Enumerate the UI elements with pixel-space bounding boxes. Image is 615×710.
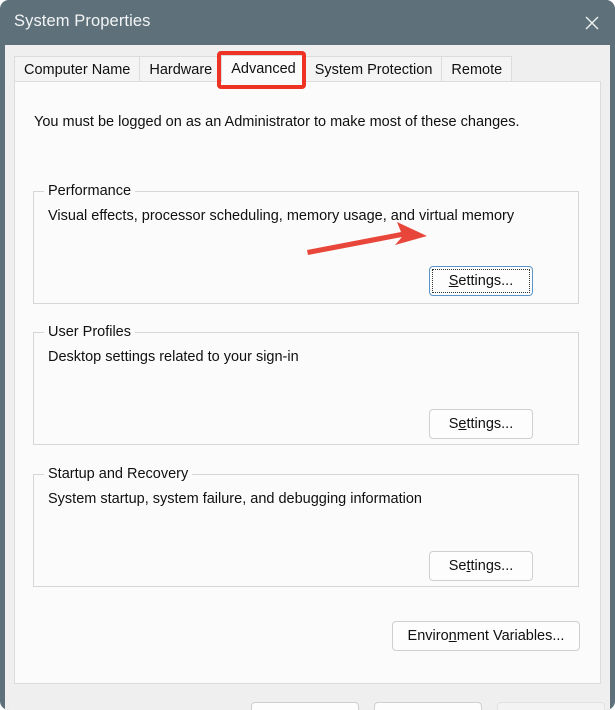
window-title: System Properties [14,12,151,31]
group-title: Startup and Recovery [44,466,192,482]
user-profiles-settings-button[interactable]: Settings... [429,409,533,439]
tab-label: Remote [451,62,502,78]
environment-variables-button[interactable]: Environment Variables... [392,621,580,651]
ok-button[interactable]: OK [251,702,359,710]
group-title: User Profiles [44,324,135,340]
close-button[interactable] [569,0,615,45]
performance-settings-button[interactable]: Settings... [429,266,533,296]
button-label: Settings... [449,558,514,574]
apply-button[interactable]: Apply [497,702,605,710]
tab-strip: Computer Name Hardware Advanced System P… [14,55,511,82]
tab-system-protection[interactable]: System Protection [305,56,443,82]
tab-remote[interactable]: Remote [441,56,512,82]
tab-hardware[interactable]: Hardware [139,56,222,82]
system-properties-window: System Properties Computer Name Hardware… [0,0,615,710]
group-title: Performance [44,183,135,199]
button-label: Environment Variables... [408,628,565,644]
close-icon [582,13,602,33]
tab-advanced[interactable]: Advanced [221,55,306,82]
button-label: Settings... [449,273,513,289]
cancel-button[interactable]: Cancel [374,702,482,710]
startup-recovery-settings-button[interactable]: Settings... [429,551,533,581]
title-bar: System Properties [0,0,615,45]
group-description: Desktop settings related to your sign-in [48,349,299,365]
group-description: Visual effects, processor scheduling, me… [48,208,514,224]
tab-label: Computer Name [24,62,130,78]
administrator-note: You must be logged on as an Administrato… [34,114,520,130]
tab-label: Hardware [149,62,212,78]
dialog-body: Computer Name Hardware Advanced System P… [5,45,610,705]
group-description: System startup, system failure, and debu… [48,491,422,507]
tab-computer-name[interactable]: Computer Name [14,56,140,82]
button-label: Settings... [449,416,514,432]
tab-label: System Protection [315,62,433,78]
tab-label: Advanced [231,61,296,77]
